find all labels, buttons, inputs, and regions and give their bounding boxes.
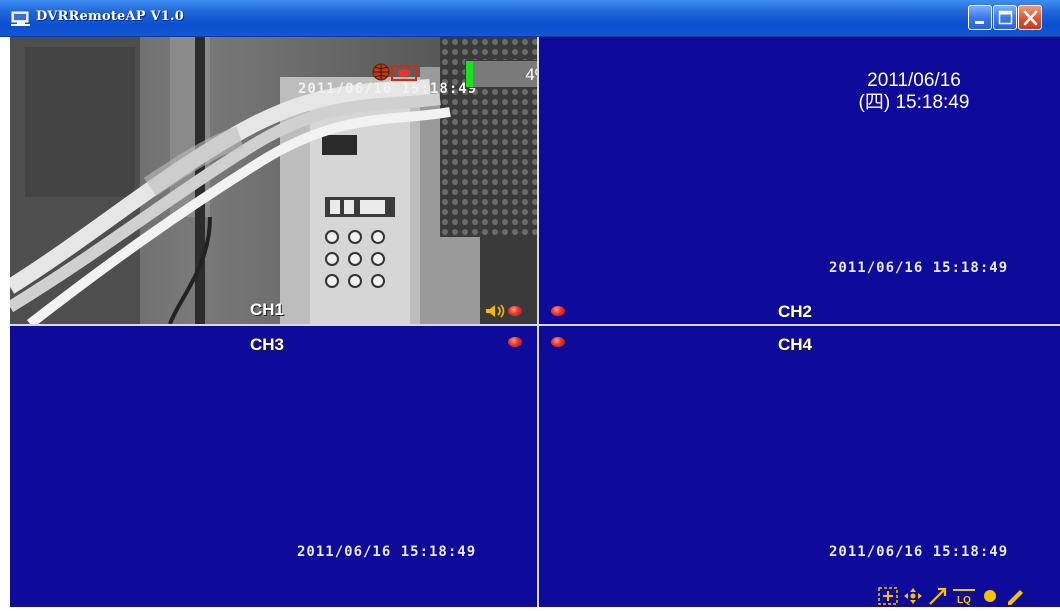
channel-3-timestamp: 2011/06/16 15:18:49 [297,544,477,560]
channel-4-pane[interactable]: CH4 2011/06/16 15:18:49 [539,326,1060,607]
channel-4-label: CH4 [778,335,813,354]
channel-3-pane[interactable]: CH3 2011/06/16 15:18:49 [10,326,537,607]
channel-1-label: CH1 [250,300,285,319]
channel-4-record-dot [551,337,565,347]
audio-icon [484,304,506,318]
record-badge-icon [391,65,417,81]
grid-divider-horizontal [10,324,1060,326]
lq-label: LQ [957,595,971,606]
channel-2-date-overlay: 2011/06/16 (四) 15:18:49 [829,70,999,114]
overlay-weekday-time: (四) 15:18:49 [858,92,970,113]
record-icon[interactable] [979,586,1001,606]
window-title: DVRRemoteAP V1.0 [36,9,185,24]
progress-percent: 4% [525,65,537,84]
lq-icon[interactable]: LQ [952,586,976,606]
channel-3-label: CH3 [250,335,285,354]
channel-2-pane[interactable]: 2011/06/16 (四) 15:18:49 2011/06/16 15:18… [539,37,1060,324]
close-button[interactable] [1018,5,1042,30]
channel-4-timestamp: 2011/06/16 15:18:49 [829,544,1009,560]
draw-arrow-icon[interactable] [927,586,949,606]
app-icon [11,9,31,27]
ptz-move-icon[interactable] [902,586,924,606]
channel-3-record-dot [508,337,522,347]
close-icon [1023,10,1038,26]
channel-1-pane[interactable]: 2011/06/16 15:18:49 4% CH1 [10,37,537,324]
overlay-date: 2011/06/16 [867,70,961,91]
channel-2-timestamp: 2011/06/16 15:18:49 [829,260,1009,276]
control-toolbar: LQ [877,585,1060,607]
channel-2-record-dot [551,306,565,316]
channel-1-timestamp: 2011/06/16 15:18:49 [298,81,478,97]
video-grid: 2011/06/16 15:18:49 4% CH1 [10,37,1060,607]
network-globe-icon [372,63,390,81]
maximize-icon [998,10,1013,25]
grid-divider-vertical [537,37,539,607]
minimize-icon [975,21,984,24]
channel-1-record-dot [508,306,522,316]
connection-progress-bar: 4% [465,60,537,88]
edit-icon[interactable] [1004,586,1026,606]
minimize-button[interactable] [968,5,992,30]
ptz-zoom-icon[interactable] [877,586,899,606]
channel-2-label: CH2 [778,302,813,321]
title-bar[interactable]: DVRRemoteAP V1.0 [0,0,1060,37]
maximize-button[interactable] [993,5,1017,30]
